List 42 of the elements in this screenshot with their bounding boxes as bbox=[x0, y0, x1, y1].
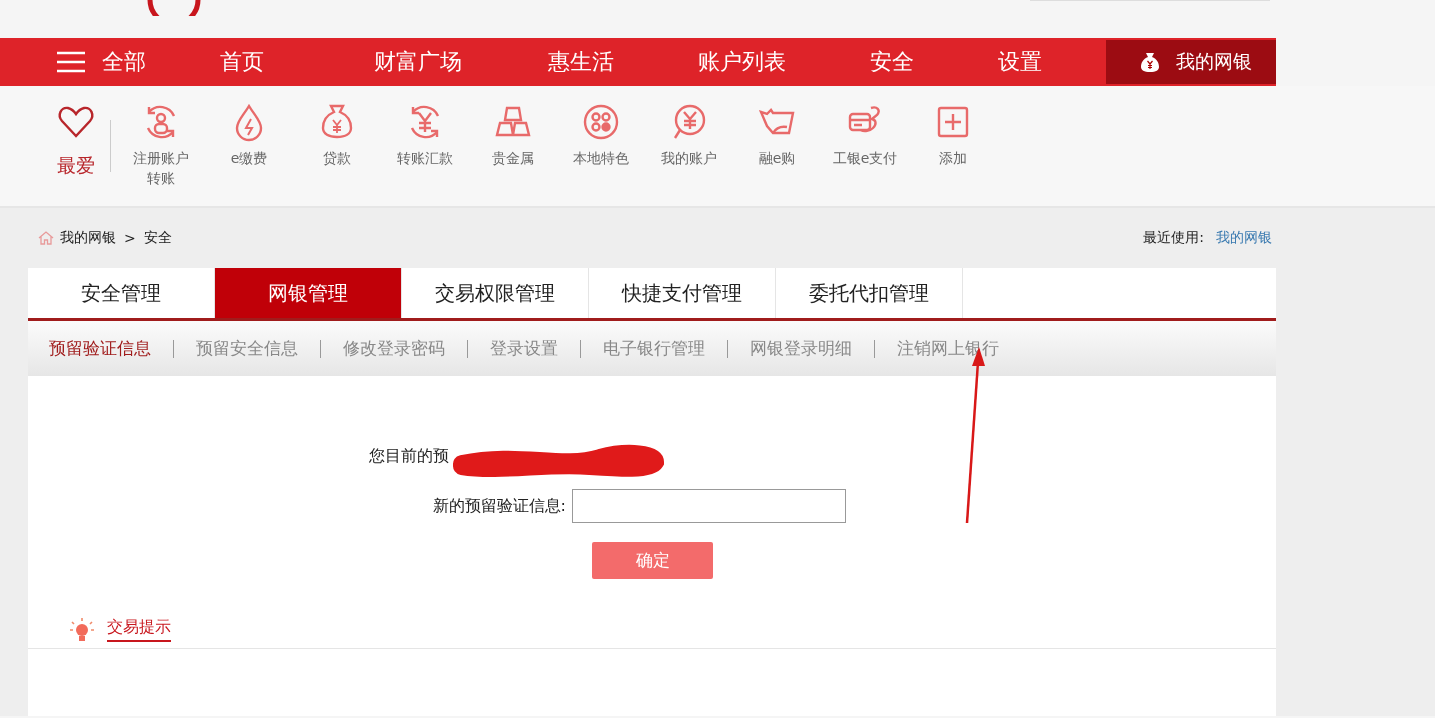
nav-link[interactable]: 惠生活 bbox=[548, 47, 614, 77]
tip-tab[interactable]: 交易提示 bbox=[107, 617, 171, 642]
breadcrumb-link[interactable]: 安全 bbox=[143, 229, 172, 247]
subtab-link[interactable]: 登录设置 bbox=[488, 337, 560, 360]
shortcut-item[interactable]: 工银e支付 bbox=[821, 102, 909, 169]
current-info-label: 您目前的预 bbox=[369, 446, 449, 465]
subtab-link[interactable]: 电子银行管理 bbox=[601, 337, 707, 360]
shortcut-item[interactable]: 添加 bbox=[909, 102, 997, 169]
nav-link[interactable]: 设置 bbox=[998, 47, 1042, 77]
money-bag-icon bbox=[1138, 50, 1162, 74]
account-tab[interactable]: 我的网银 bbox=[1106, 40, 1276, 84]
confirm-button[interactable]: 确定 bbox=[592, 542, 713, 579]
shortcut-item[interactable]: 我的账户 bbox=[645, 102, 733, 169]
subtab-link[interactable]: 预留安全信息 bbox=[194, 337, 300, 360]
shortcut-item[interactable]: 最爱 bbox=[46, 102, 106, 180]
menu-button[interactable]: 全部 bbox=[56, 47, 146, 77]
shortcut-item[interactable]: 贷款 bbox=[293, 102, 381, 169]
nav-link[interactable]: 账户列表 bbox=[698, 47, 786, 77]
recent-label: 最近使用: bbox=[1143, 229, 1204, 247]
shortcut-item[interactable]: 融e购 bbox=[733, 102, 821, 169]
shortcut-item[interactable]: 注册账户转账 bbox=[117, 102, 205, 189]
menu-icon bbox=[56, 51, 86, 73]
breadcrumb-separator: > bbox=[124, 230, 136, 246]
shortcut-item[interactable]: 本地特色 bbox=[557, 102, 645, 169]
shortcut-item[interactable]: 贵金属 bbox=[469, 102, 557, 169]
nav-link[interactable]: 首页 bbox=[220, 47, 264, 77]
input-field[interactable] bbox=[572, 489, 846, 523]
shortcut-item[interactable]: e缴费 bbox=[205, 102, 293, 169]
nav-link[interactable]: 安全 bbox=[870, 47, 914, 77]
breadcrumb-link[interactable]: 我的网银 bbox=[60, 229, 116, 247]
home-icon bbox=[38, 231, 54, 245]
dots-circle-icon bbox=[581, 102, 621, 142]
recent-link[interactable]: 我的网银 bbox=[1216, 229, 1272, 247]
logo-icon bbox=[146, 0, 202, 16]
lightbulb-icon bbox=[69, 616, 95, 643]
subtab-link[interactable]: 网银登录明细 bbox=[748, 337, 854, 360]
nav-link[interactable]: 财富广场 bbox=[374, 47, 462, 77]
subtab-link[interactable]: 预留验证信息 bbox=[47, 337, 153, 360]
field-label: 新的预留验证信息: bbox=[431, 495, 567, 517]
tab[interactable]: 网银管理 bbox=[215, 268, 402, 318]
subtab-link[interactable]: 修改登录密码 bbox=[341, 337, 447, 360]
shortcut-item[interactable]: 转账汇款 bbox=[381, 102, 469, 169]
